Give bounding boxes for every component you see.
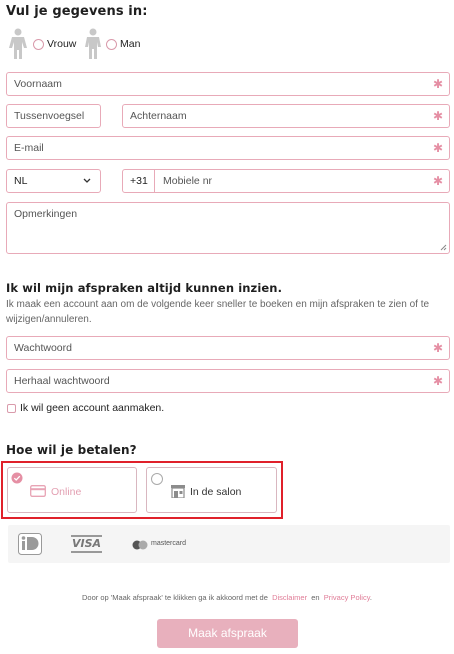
resize-handle-icon[interactable]: [440, 244, 447, 251]
gender-vrouw-label: Vrouw: [47, 38, 77, 50]
last-name-placeholder: Achternaam: [130, 110, 187, 122]
remarks-placeholder: Opmerkingen: [14, 208, 78, 220]
form-title: Vul je gegevens in:: [6, 4, 148, 19]
terms-suffix: .: [369, 593, 372, 602]
required-asterisk-icon: ✱: [432, 141, 443, 155]
required-asterisk-icon: ✱: [432, 341, 443, 355]
mobile-phone-field[interactable]: +31 Mobiele nr ✱: [122, 169, 450, 193]
gender-vrouw-radio[interactable]: [33, 39, 44, 50]
disclaimer-link[interactable]: Disclaimer: [272, 593, 307, 602]
phone-prefix-box: +31: [123, 170, 155, 192]
remarks-textarea[interactable]: Opmerkingen: [6, 202, 450, 254]
payment-option-salon[interactable]: In de salon: [146, 467, 277, 513]
store-icon: [171, 485, 185, 498]
password-field[interactable]: Wachtwoord ✱: [6, 336, 450, 360]
male-person-icon: [85, 28, 101, 59]
payment-salon-label: In de salon: [190, 486, 242, 498]
email-placeholder: E-mail: [14, 142, 44, 154]
payment-salon-radio[interactable]: [151, 473, 163, 485]
first-name-placeholder: Voornaam: [14, 78, 62, 90]
email-field[interactable]: E-mail ✱: [6, 136, 450, 160]
required-asterisk-icon: ✱: [432, 77, 443, 91]
payment-option-online[interactable]: Online: [7, 467, 137, 513]
make-appointment-button[interactable]: Maak afspraak: [157, 619, 298, 648]
repeat-password-placeholder: Herhaal wachtwoord: [14, 375, 110, 387]
country-select[interactable]: NL: [6, 169, 101, 193]
first-name-field[interactable]: Voornaam ✱: [6, 72, 450, 96]
required-asterisk-icon: ✱: [432, 109, 443, 123]
check-circle-icon: [11, 472, 23, 484]
no-account-checkbox[interactable]: [7, 404, 16, 413]
terms-and: en: [311, 593, 320, 602]
password-placeholder: Wachtwoord: [14, 342, 72, 354]
payment-title: Hoe wil je betalen?: [6, 443, 137, 457]
gender-man-radio[interactable]: [106, 39, 117, 50]
country-value: NL: [14, 175, 28, 187]
last-name-field[interactable]: Achternaam ✱: [122, 104, 450, 128]
repeat-password-field[interactable]: Herhaal wachtwoord ✱: [6, 369, 450, 393]
middle-name-placeholder: Tussenvoegsel: [14, 110, 85, 122]
phone-prefix: +31: [130, 175, 148, 187]
terms-text: Door op 'Maak afspraak' te klikken ga ik…: [0, 593, 454, 602]
account-title: Ik wil mijn afspraken altijd kunnen inzi…: [6, 281, 283, 295]
mastercard-logo-icon: [132, 540, 148, 550]
account-description: Ik maak een account aan om de volgende k…: [6, 299, 430, 325]
terms-prefix: Door op 'Maak afspraak' te klikken ga ik…: [82, 593, 268, 602]
mobile-placeholder: Mobiele nr: [163, 175, 213, 187]
middle-name-field[interactable]: Tussenvoegsel: [6, 104, 101, 128]
credit-card-icon: [30, 485, 46, 497]
payment-logos-bar: VISA mastercard: [8, 525, 450, 563]
female-person-icon: [9, 28, 27, 59]
chevron-down-icon: [83, 178, 91, 183]
required-asterisk-icon: ✱: [432, 174, 443, 188]
visa-logo: VISA: [71, 535, 103, 553]
gender-man-label: Man: [120, 38, 141, 50]
no-account-label: Ik wil geen account aanmaken.: [20, 402, 165, 414]
required-asterisk-icon: ✱: [432, 374, 443, 388]
ideal-logo-icon: [18, 533, 42, 555]
privacy-policy-link[interactable]: Privacy Policy: [324, 593, 370, 602]
payment-online-label: Online: [51, 486, 82, 498]
mastercard-label: mastercard: [151, 540, 187, 547]
